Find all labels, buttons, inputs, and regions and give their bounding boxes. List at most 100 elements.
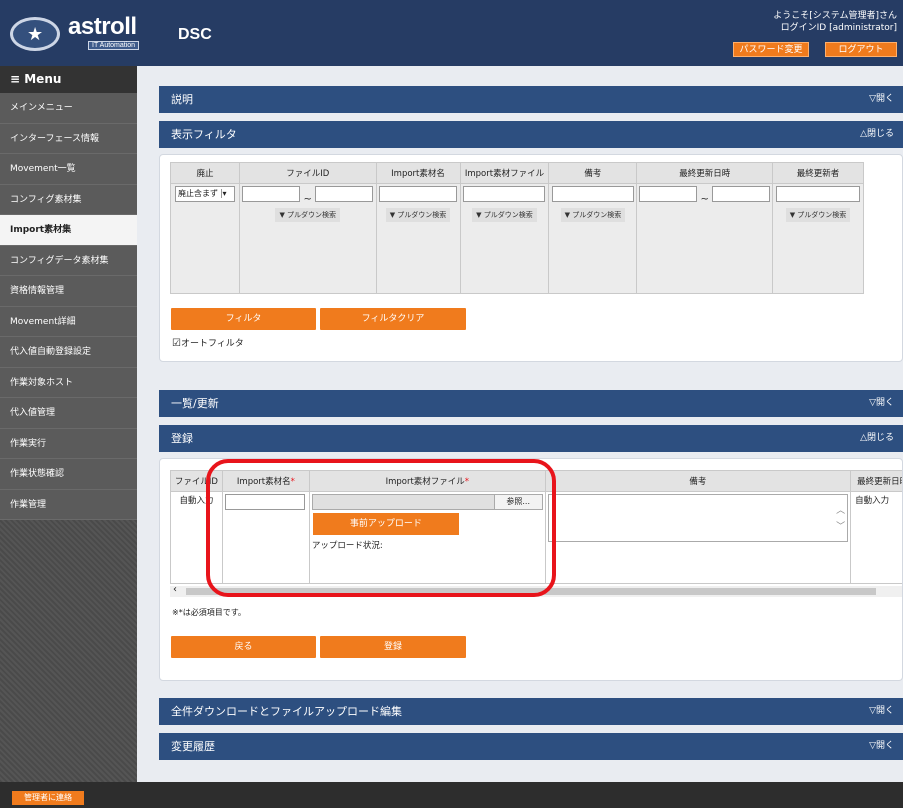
section-toggle[interactable]: ▽開く: [869, 390, 894, 417]
section-title: 全件ダウンロードとファイルアップロード編集: [171, 705, 402, 718]
col-updated-at-label: 最終更新日時: [857, 477, 902, 487]
section-toggle[interactable]: ▽開く: [869, 733, 894, 760]
col-note-label: 備考: [689, 477, 707, 487]
filter-panel: 廃止 ファイルID Import素材名 Import素材ファイル 備考 最終更新日時 最終更…: [159, 154, 903, 362]
sidebar-item[interactable]: 代入値管理: [0, 398, 137, 429]
filter-column-header: 最終更新日時: [636, 162, 773, 184]
auto-filter-checkbox[interactable]: ☑: [172, 338, 181, 349]
sidebar-item[interactable]: コンフィグ素材集: [0, 184, 137, 215]
note-cell: ▼ プルダウン検索: [548, 183, 638, 294]
sidebar-item[interactable]: 作業実行: [0, 428, 137, 459]
pulldown-search-button[interactable]: ▼ プルダウン検索: [785, 208, 851, 222]
pulldown-search-button[interactable]: ▼ プルダウン検索: [472, 208, 537, 222]
file-cell: ▼ プルダウン検索: [459, 183, 550, 294]
import-file-input[interactable]: [463, 186, 546, 202]
col-updated-at: 最終更新日時: [850, 470, 902, 492]
section-toggle[interactable]: △閉じる: [860, 425, 894, 452]
logo-emblem-icon: ★: [10, 17, 60, 51]
required-note-text: ※*は必須項目です。: [172, 608, 246, 617]
section-title: 一覧/更新: [171, 397, 219, 410]
filter-column-header: Import素材ファイル: [459, 162, 550, 184]
section-filter-bar[interactable]: 表示フィルタ △閉じる: [159, 121, 903, 148]
name-cell: ▼ プルダウン検索: [375, 183, 461, 294]
import-name-input[interactable]: [379, 186, 458, 202]
auto-filter-label: オートフィルタ: [180, 339, 244, 349]
footer: 管理者に連絡: [0, 782, 903, 808]
logo-tagline: IT Automation: [88, 41, 140, 50]
discard-cell: 廃止含まず ▾: [170, 183, 240, 294]
section-description-bar[interactable]: 説明 ▽開く: [159, 86, 903, 113]
updated-at-value: 自動入力: [850, 491, 902, 584]
file-id-cell: ~ ▼ プルダウン検索: [238, 183, 377, 294]
section-download-bar[interactable]: 全件ダウンロードとファイルアップロード編集 ▽開く: [159, 698, 903, 725]
highlight-ring: [206, 459, 556, 597]
note-cell: ︿ ﹀: [544, 491, 852, 584]
header: ★ astroll IT Automation DSC ようこそ[システム管理者…: [0, 0, 903, 66]
discard-select-value: 廃止含まず: [177, 189, 218, 198]
login-id: ログインID [administrator]: [780, 23, 897, 33]
logo[interactable]: ★ astroll IT Automation: [8, 9, 156, 57]
filter-column-header: Import素材名: [375, 162, 461, 184]
section-list-bar[interactable]: 一覧/更新 ▽開く: [159, 390, 903, 417]
filter-column-header: 備考: [548, 162, 638, 184]
note-textarea[interactable]: ︿ ﹀: [547, 494, 849, 542]
section-register-bar[interactable]: 登録 △閉じる: [159, 425, 903, 452]
pulldown-search-button[interactable]: ▼ プルダウン検索: [560, 208, 626, 222]
discard-select[interactable]: 廃止含まず ▾: [174, 186, 235, 202]
sidebar-item[interactable]: Movement詳細: [0, 306, 137, 337]
note-input[interactable]: [551, 186, 634, 202]
sidebar-item[interactable]: 代入値自動登録設定: [0, 337, 137, 368]
section-title: 変更履歴: [171, 740, 215, 753]
auto-filter[interactable]: ☑オートフィルタ: [172, 336, 244, 349]
menu-title[interactable]: ≡ Menu: [0, 66, 137, 93]
updated-at-cell: ~: [636, 183, 773, 294]
section-title: 登録: [171, 432, 193, 445]
password-change-button[interactable]: パスワード変更: [733, 42, 809, 57]
col-note: 備考: [544, 470, 852, 492]
filter-clear-button[interactable]: フィルタクリア: [320, 308, 466, 330]
section-title: 説明: [171, 93, 193, 106]
filter-column-header: ファイルID: [238, 162, 377, 184]
sidebar-item[interactable]: コンフィグデータ素材集: [0, 245, 137, 276]
updated-to-input[interactable]: [712, 186, 771, 202]
logo-brand: astroll: [68, 13, 137, 40]
app-title: DSC: [178, 26, 212, 43]
contact-admin-button[interactable]: 管理者に連絡: [12, 791, 84, 805]
sidebar-item[interactable]: Movement一覧: [0, 154, 137, 185]
logout-button[interactable]: ログアウト: [825, 42, 897, 57]
sidebar-item[interactable]: 作業対象ホスト: [0, 367, 137, 398]
updated-from-input[interactable]: [639, 186, 698, 202]
chevron-down-icon: ▾: [220, 189, 227, 198]
main-content: 説明 ▽開く 表示フィルタ △閉じる 廃止 ファイルID Import素材名 Impo…: [137, 66, 903, 782]
sidebar-item[interactable]: 作業管理: [0, 489, 137, 520]
sidebar-item[interactable]: メインメニュー: [0, 93, 137, 124]
filter-table: 廃止 ファイルID Import素材名 Import素材ファイル 備考 最終更新日時 最終更…: [170, 162, 864, 294]
range-separator: ~: [303, 194, 312, 205]
updated-by-input[interactable]: [776, 186, 860, 202]
section-toggle[interactable]: ▽開く: [869, 698, 894, 725]
register-button[interactable]: 登録: [320, 636, 466, 658]
section-history-bar[interactable]: 変更履歴 ▽開く: [159, 733, 903, 760]
pulldown-search-button[interactable]: ▼ プルダウン検索: [385, 208, 451, 222]
pulldown-search-button[interactable]: ▼ プルダウン検索: [275, 208, 341, 222]
file-id-to-input[interactable]: [315, 186, 374, 202]
chevron-down-icon[interactable]: ﹀: [836, 519, 845, 532]
section-toggle[interactable]: △閉じる: [860, 121, 894, 148]
required-note: ※*は必須項目です。: [172, 607, 246, 618]
sidebar-item[interactable]: 作業状態確認: [0, 459, 137, 490]
sidebar-item[interactable]: インターフェース情報: [0, 123, 137, 154]
sidebar-item[interactable]: 資格情報管理: [0, 276, 137, 307]
chevron-up-icon[interactable]: ︿: [836, 503, 845, 516]
sidebar: ≡ Menu メインメニュー インターフェース情報 Movement一覧 コンフィグ素…: [0, 66, 137, 782]
welcome-text: ようこそ[システム管理者]さん ログインID [administrator]: [773, 10, 897, 34]
file-id-from-input[interactable]: [242, 186, 301, 202]
filter-column-header: 最終更新者: [772, 162, 864, 184]
sidebar-item[interactable]: Import素材集: [0, 215, 137, 246]
section-toggle[interactable]: ▽開く: [869, 86, 894, 113]
section-title: 表示フィルタ: [171, 128, 237, 141]
updated-by-cell: ▼ プルダウン検索: [772, 183, 864, 294]
range-separator: ~: [700, 194, 709, 205]
filter-button[interactable]: フィルタ: [171, 308, 316, 330]
back-button[interactable]: 戻る: [171, 636, 316, 658]
scroll-left-icon[interactable]: ‹: [173, 584, 177, 595]
